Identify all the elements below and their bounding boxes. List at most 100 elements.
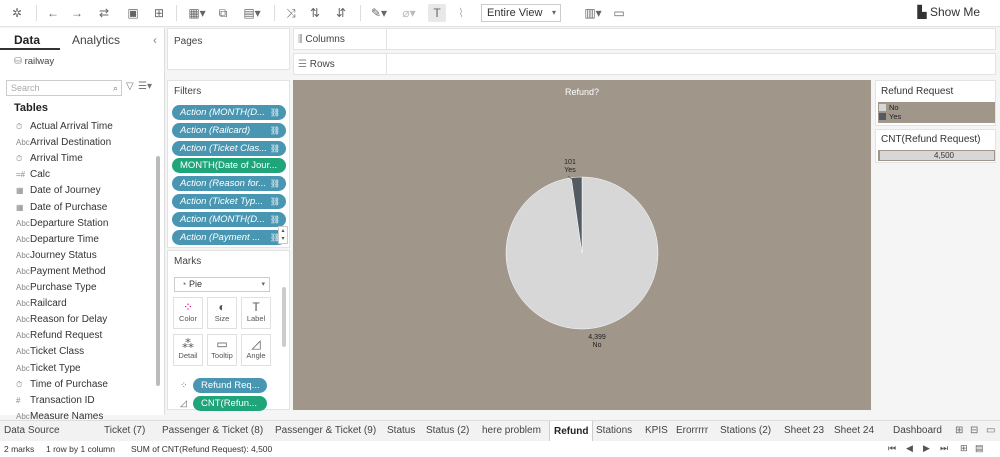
mark-type-value: Pie <box>188 279 202 289</box>
save-icon[interactable]: ▣ <box>126 4 140 22</box>
columns-label: ⫼ Columns <box>298 34 345 45</box>
field-item[interactable]: =# Calc <box>16 169 50 180</box>
rows-shelf[interactable]: ☰ Rows <box>293 53 996 75</box>
filter-pill[interactable]: Action (Payment ... ⛓ <box>172 229 286 245</box>
datasource-item[interactable]: ⛁ railway <box>14 56 54 67</box>
tab-analytics[interactable]: Analytics <box>72 33 120 47</box>
group-icon[interactable]: ⌀▾ <box>398 4 420 22</box>
field-item[interactable]: AbcTicket Type <box>16 363 81 374</box>
undo-icon[interactable]: ← <box>46 4 60 22</box>
redo-icon[interactable]: → <box>70 4 84 22</box>
mark-pill[interactable]: CNT(Refun... <box>193 396 267 411</box>
field-item[interactable]: # Transaction ID <box>16 395 95 406</box>
filter-pill[interactable]: MONTH(Date of Jour... <box>172 158 286 174</box>
show-cards-icon[interactable]: ▥▾ <box>582 4 604 22</box>
color-mark-card[interactable]: ⁘ Color <box>173 297 203 329</box>
label-mark-card[interactable]: T Label <box>241 297 271 329</box>
new-story-tab-icon[interactable]: ▭ <box>986 425 995 436</box>
filter-scroll-stepper[interactable]: ▴ ▾ <box>278 226 288 244</box>
list-view-icon[interactable]: ☰▾ <box>138 81 152 92</box>
sheet-tab[interactable]: Sheet 24 <box>834 425 874 436</box>
filter-pill[interactable]: Action (Reason for... ⛓ <box>172 176 286 192</box>
filter-pill[interactable]: Action (Railcard) ⛓ <box>172 122 286 138</box>
pages-shelf[interactable]: Pages <box>167 28 290 70</box>
tab-data[interactable]: Data <box>14 33 40 47</box>
mark-pill[interactable]: Refund Req... <box>193 378 267 393</box>
field-item[interactable]: ⏱ Actual Arrival Time <box>16 121 113 132</box>
field-item[interactable]: AbcRailcard <box>16 298 67 309</box>
angle-mark-card[interactable]: ◿ Angle <box>241 334 271 366</box>
sheet-tab[interactable]: Erorrrrr <box>676 425 708 436</box>
filter-icon[interactable]: ▽ <box>126 81 134 92</box>
filter-pill[interactable]: Action (MONTH(D... ⛓ <box>172 105 286 120</box>
search-input[interactable]: Search ⌕ <box>6 80 122 96</box>
pie-chart[interactable]: Refund? 101Yes 4,399No <box>293 80 871 410</box>
tableau-logo-icon[interactable]: ✲ <box>10 4 24 22</box>
field-item[interactable]: AbcDeparture Time <box>16 234 99 245</box>
nav-prev-icon[interactable]: ◀ <box>906 443 913 454</box>
filter-pill[interactable]: Action (Ticket Clas... ⛓ <box>172 140 286 156</box>
new-datasource-icon[interactable]: ⊞ <box>152 4 166 22</box>
nav-first-icon[interactable]: ⏮ <box>888 443 896 454</box>
field-item[interactable]: AbcJourney Status <box>16 250 97 261</box>
size-mark-card[interactable]: ◐ Size <box>207 297 237 329</box>
field-item[interactable]: AbcArrival Destination <box>16 137 111 148</box>
sheet-tab[interactable]: Status (2) <box>426 425 469 436</box>
field-item[interactable]: ⏱ Time of Purchase <box>16 379 108 390</box>
swap-rows-columns-icon[interactable]: ⤨ <box>284 4 298 22</box>
detail-mark-card[interactable]: ⁂ Detail <box>173 334 203 366</box>
mark-type-select[interactable]: ◔ Pie ▾ <box>174 277 270 292</box>
search-icon: ⌕ <box>112 83 118 93</box>
legend-item[interactable]: Yes <box>879 112 901 121</box>
nav-last-icon[interactable]: ⏭ <box>940 443 948 454</box>
sheet-tab[interactable]: Stations (2) <box>720 425 771 436</box>
tooltip-mark-card[interactable]: ▭ Tooltip <box>207 334 237 366</box>
grid-view-icon[interactable]: ⊞ <box>960 443 968 454</box>
presentation-icon[interactable]: ▭ <box>612 4 626 22</box>
sheet-tab[interactable]: Status <box>387 425 415 436</box>
field-item[interactable]: AbcRefund Request <box>16 330 102 341</box>
sheet-tab[interactable]: Sheet 23 <box>784 425 824 436</box>
show-me-button[interactable]: ▙ Show Me <box>917 5 980 19</box>
field-item[interactable]: AbcDeparture Station <box>16 218 108 229</box>
field-item[interactable]: AbcPurchase Type <box>16 282 97 293</box>
field-item[interactable]: AbcTicket Class <box>16 346 84 357</box>
duplicate-sheet-icon[interactable]: ⧉ <box>216 4 230 22</box>
data-pane-scrollbar[interactable] <box>156 156 160 386</box>
sheet-tab[interactable]: Passenger & Ticket (8) <box>162 425 263 436</box>
sheet-tab[interactable]: Dashboard <box>893 425 942 436</box>
highlight-icon[interactable]: ✎▾ <box>368 4 390 22</box>
sheet-tab[interactable]: Stations <box>596 425 632 436</box>
marks-scrollbar[interactable] <box>282 287 286 347</box>
collapse-pane-icon[interactable]: ‹ <box>153 33 157 47</box>
sheet-tab[interactable]: Passenger & Ticket (9) <box>275 425 376 436</box>
sheet-tab[interactable]: here problem <box>482 425 541 436</box>
sort-ascending-icon[interactable]: ⇅ <box>308 4 322 22</box>
columns-shelf[interactable]: ⫼ Columns <box>293 28 996 50</box>
view-size-select[interactable]: Entire View ▾ <box>481 4 561 22</box>
field-item[interactable]: ▦ Date of Journey <box>16 185 101 196</box>
sheet-tab[interactable]: Refund <box>549 421 594 442</box>
field-item[interactable]: AbcReason for Delay <box>16 314 107 325</box>
sheet-tab[interactable]: Ticket (7) <box>104 425 145 436</box>
viz-canvas[interactable]: Refund? 101 Yes 4,399 No <box>293 80 871 410</box>
data-source-tab[interactable]: Data Source <box>4 425 60 436</box>
swap-icon[interactable]: ⇄ <box>94 4 114 22</box>
nav-next-icon[interactable]: ▶ <box>923 443 930 454</box>
legend-item[interactable]: No <box>879 103 899 112</box>
fix-axes-icon[interactable]: ⌇ <box>454 4 468 22</box>
show-labels-icon[interactable]: T <box>428 4 446 22</box>
filter-pill[interactable]: Action (MONTH(D... ⛓ <box>172 211 286 227</box>
size-legend-item[interactable]: 4,500 <box>880 151 994 160</box>
field-item[interactable]: ⏱ Arrival Time <box>16 153 83 164</box>
new-sheet-tab-icon[interactable]: ⊞ <box>955 425 963 436</box>
new-dashboard-tab-icon[interactable]: ⊟ <box>970 425 978 436</box>
field-item[interactable]: ▦ Date of Purchase <box>16 202 107 213</box>
filmstrip-view-icon[interactable]: ▤ <box>975 443 984 454</box>
filter-pill[interactable]: Action (Ticket Typ... ⛓ <box>172 194 286 209</box>
clear-sheet-icon[interactable]: ▤▾ <box>240 4 264 22</box>
sort-descending-icon[interactable]: ⇵ <box>334 4 348 22</box>
new-sheet-icon[interactable]: ▦▾ <box>186 4 208 22</box>
field-item[interactable]: AbcPayment Method <box>16 266 106 277</box>
sheet-tab[interactable]: KPIS <box>645 425 668 436</box>
